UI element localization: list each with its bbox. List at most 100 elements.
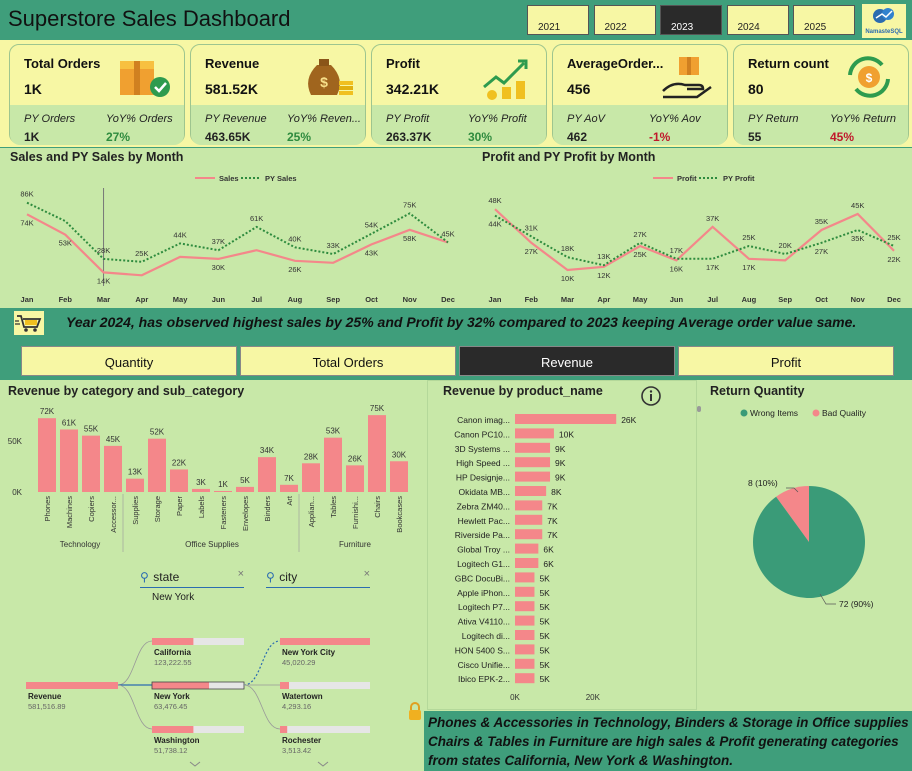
kpi-card-revenue[interactable]: Revenue 581.52K PY Revenue 463.65K YoY% Reve… xyxy=(190,44,366,145)
decomp-root-bar[interactable] xyxy=(26,682,118,689)
city-slicer[interactable]: ⚲ city × xyxy=(266,568,370,588)
category-tick-label: Chairs xyxy=(373,496,382,518)
bar-value-label: 5K xyxy=(539,573,550,583)
kpi-card-return-count[interactable]: Return count 80 PY Return 55 YoY% Return 45% $ xyxy=(733,44,909,145)
bar-value-label: 26K xyxy=(348,454,363,463)
product-bar[interactable] xyxy=(515,471,551,482)
tab-quantity[interactable]: Quantity xyxy=(21,346,237,376)
group-label: Furniture xyxy=(339,540,372,549)
product-bar[interactable] xyxy=(515,457,551,468)
category-bar[interactable] xyxy=(170,469,188,492)
year-button-2021[interactable]: 2021 xyxy=(527,5,589,35)
bar-value-label: 53K xyxy=(326,427,341,436)
info-icon[interactable] xyxy=(640,385,662,407)
year-button-2023[interactable]: 2023 xyxy=(660,5,722,35)
series-line-py-sales xyxy=(26,201,449,263)
category-bar[interactable] xyxy=(192,488,210,492)
tab-revenue[interactable]: Revenue xyxy=(459,346,675,376)
product-bar[interactable] xyxy=(515,586,535,597)
decomp-state-bar[interactable] xyxy=(152,682,210,689)
product-bar[interactable] xyxy=(515,630,535,640)
legend-label: Sales xyxy=(219,174,239,183)
category-bar[interactable] xyxy=(346,465,364,492)
return-pie-chart: Wrong Items Bad Quality 8 (10%) 72 (90%) xyxy=(740,408,874,609)
series-line-py-profit xyxy=(494,214,895,267)
decomposition-tree[interactable]: Revenue581,516.89 California123,222.55 New… xyxy=(0,630,420,771)
year-button-2022[interactable]: 2022 xyxy=(593,5,656,35)
tab-profit[interactable]: Profit xyxy=(678,346,894,376)
product-bar[interactable] xyxy=(515,658,535,669)
data-label: 14K xyxy=(97,276,110,285)
product-bar[interactable] xyxy=(515,572,535,583)
product-label: Logitech G1... xyxy=(457,559,510,569)
category-bar[interactable] xyxy=(38,418,56,492)
kpi-label: Total Orders xyxy=(24,56,101,71)
chevron-down-icon[interactable] xyxy=(189,761,201,767)
state-slicer[interactable]: ⚲ state × New York xyxy=(140,568,244,603)
category-bar[interactable] xyxy=(214,490,232,492)
chevron-down-icon[interactable] xyxy=(317,761,329,767)
category-bar[interactable] xyxy=(82,435,100,492)
product-bar[interactable] xyxy=(515,529,543,540)
data-label: 25K xyxy=(887,233,900,242)
bar-value-label: 6K xyxy=(543,559,554,569)
kpi-card-averageorder[interactable]: AverageOrder... 456 PY AoV 462 YoY% Aov -1% xyxy=(552,44,728,145)
decomp-state-bar[interactable] xyxy=(152,726,194,733)
city-clear-icon[interactable]: × xyxy=(364,568,370,580)
category-bar[interactable] xyxy=(148,438,166,492)
category-bar[interactable] xyxy=(368,415,386,492)
y-tick-label: 50K xyxy=(8,437,23,446)
x-tick-label: 0K xyxy=(510,693,520,702)
product-bar[interactable] xyxy=(515,558,539,568)
product-bar[interactable] xyxy=(515,414,617,424)
x-tick-label: Mar xyxy=(97,295,110,304)
category-bar[interactable] xyxy=(126,478,144,492)
category-bar[interactable] xyxy=(236,486,254,492)
kpi-card-profit[interactable]: Profit 342.21K PY Profit 263.37K YoY% Profit… xyxy=(371,44,547,145)
category-bar[interactable] xyxy=(324,437,342,492)
product-bar[interactable] xyxy=(515,543,539,554)
product-bar[interactable] xyxy=(515,442,551,453)
data-label: 33K xyxy=(327,241,340,250)
product-bar[interactable] xyxy=(515,615,535,626)
logo-text: NamasteSQL xyxy=(865,29,903,35)
bar-value-label: 5K xyxy=(539,631,550,641)
pie-slice-wrong-items[interactable] xyxy=(753,486,865,598)
bar-value-label: 5K xyxy=(240,476,250,485)
category-bar[interactable] xyxy=(280,484,298,492)
summary-banner: Phones & Accessories in Technology, Bind… xyxy=(424,711,912,771)
decomp-state-bar[interactable] xyxy=(152,638,194,645)
product-bar[interactable] xyxy=(515,486,547,496)
category-bar[interactable] xyxy=(390,461,408,492)
category-bar[interactable] xyxy=(104,445,122,492)
product-label: HP Designje... xyxy=(456,473,510,483)
product-bar[interactable] xyxy=(515,673,535,684)
tab-total-orders[interactable]: Total Orders xyxy=(240,346,456,376)
state-clear-icon[interactable]: × xyxy=(238,568,244,580)
x-tick-label: Jul xyxy=(251,295,262,304)
bar-value-label: 34K xyxy=(260,446,275,455)
kpi-value: 456 xyxy=(567,81,591,97)
category-bar[interactable] xyxy=(60,429,78,492)
bar-value-label: 6K xyxy=(543,545,554,555)
year-button-2025[interactable]: 2025 xyxy=(793,5,855,35)
product-bar[interactable] xyxy=(515,500,543,511)
product-bar[interactable] xyxy=(515,428,554,439)
x-tick-label: Nov xyxy=(403,295,418,304)
category-bar[interactable] xyxy=(258,457,276,492)
decomp-link xyxy=(117,640,153,686)
decomp-city-label: Rochester xyxy=(282,736,321,745)
x-tick-label: Sep xyxy=(778,295,792,304)
bar-value-label: 5K xyxy=(539,602,550,612)
decomp-city-bar[interactable] xyxy=(280,682,289,689)
decomp-city-bar[interactable] xyxy=(280,726,288,733)
product-bar[interactable] xyxy=(515,514,543,525)
kpi-card-total-orders[interactable]: Total Orders 1K PY Orders 1K YoY% Orders 27% xyxy=(9,44,185,145)
product-bar[interactable] xyxy=(515,601,535,612)
product-bar[interactable] xyxy=(515,644,535,655)
decomp-city-bar[interactable] xyxy=(280,638,370,645)
year-button-2024[interactable]: 2024 xyxy=(726,5,789,35)
pie-chart-title: Return Quantity xyxy=(710,384,805,398)
category-bar[interactable] xyxy=(302,463,320,492)
scrollbar-thumb[interactable] xyxy=(697,406,701,412)
